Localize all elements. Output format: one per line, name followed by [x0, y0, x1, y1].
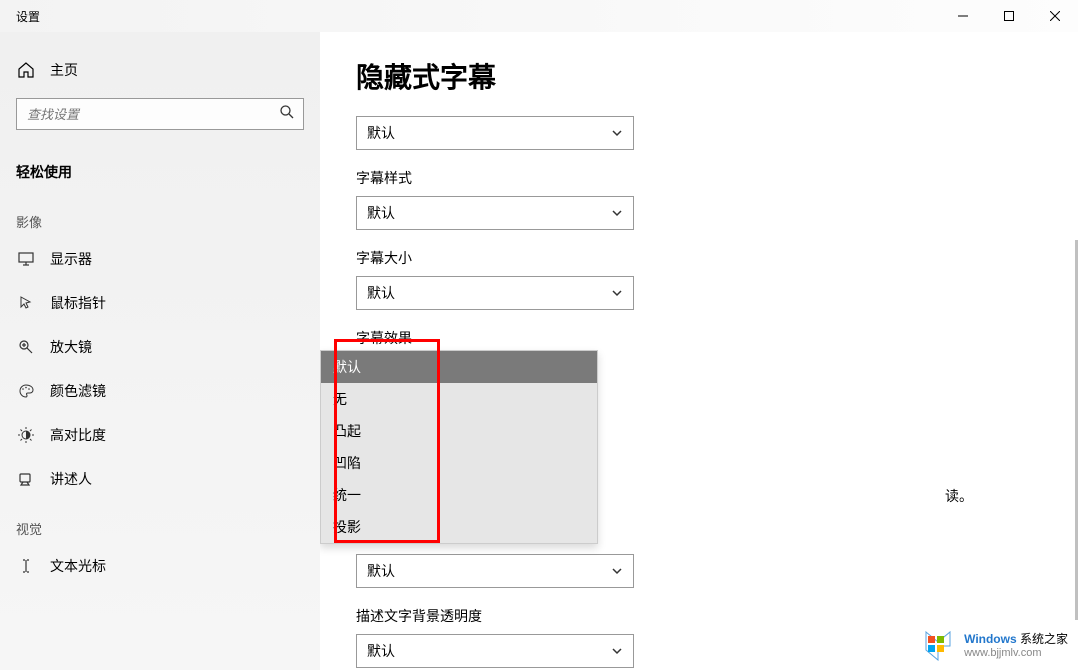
sidebar-item-label: 讲述人	[50, 469, 92, 489]
caption-bg-opacity-select[interactable]: 默认	[356, 634, 634, 668]
chevron-down-icon	[611, 565, 623, 577]
chevron-down-icon	[611, 645, 623, 657]
watermark-brand: Windows	[964, 632, 1017, 646]
home-label: 主页	[50, 60, 78, 80]
group-audio: 视觉	[0, 501, 320, 544]
label-effect: 字幕效果	[356, 328, 1042, 348]
home-link[interactable]: 主页	[0, 52, 320, 88]
home-icon	[16, 62, 36, 78]
windows-logo-icon	[920, 628, 956, 664]
dropdown-option[interactable]: 默认	[321, 351, 597, 383]
watermark-suffix: 系统之家	[1017, 632, 1068, 646]
select-value: 默认	[367, 641, 395, 661]
dropdown-option[interactable]: 凹陷	[321, 447, 597, 479]
sidebar-item-narrator[interactable]: 讲述人	[0, 457, 320, 501]
sidebar-item-display[interactable]: 显示器	[0, 237, 320, 281]
sidebar: 主页 轻松使用 影像 显示器 鼠标指针	[0, 32, 320, 670]
text-cursor-icon	[16, 558, 36, 574]
dropdown-option[interactable]: 投影	[321, 511, 597, 543]
section-title: 轻松使用	[0, 150, 320, 194]
label-size: 字幕大小	[356, 248, 1042, 268]
sidebar-item-color-filters[interactable]: 颜色滤镜	[0, 369, 320, 413]
chevron-down-icon	[611, 127, 623, 139]
palette-icon	[16, 383, 36, 399]
watermark-url: www.bjjmlv.com	[964, 647, 1068, 660]
label-style: 字幕样式	[356, 168, 1042, 188]
narrator-icon	[16, 471, 36, 487]
minimize-button[interactable]	[940, 0, 986, 32]
chevron-down-icon	[611, 207, 623, 219]
sidebar-item-label: 颜色滤镜	[50, 381, 106, 401]
select-value: 默认	[367, 283, 395, 303]
watermark: Windows 系统之家 www.bjjmlv.com	[920, 628, 1068, 664]
sidebar-item-label: 放大镜	[50, 337, 92, 357]
caption-style-select[interactable]: 默认	[356, 196, 634, 230]
chevron-down-icon	[611, 287, 623, 299]
main-content: 隐藏式字幕 默认 字幕样式 默认 字幕大小 默认 字幕效果 默认 无 凸起 凹陷…	[320, 32, 1078, 670]
dropdown-option[interactable]: 无	[321, 383, 597, 415]
monitor-icon	[16, 251, 36, 267]
sidebar-item-label: 鼠标指针	[50, 293, 106, 313]
caption-color-select[interactable]: 默认	[356, 116, 634, 150]
window-title: 设置	[0, 8, 40, 25]
caption-bg-select[interactable]: 默认	[356, 554, 634, 588]
contrast-icon	[16, 427, 36, 443]
group-vision: 影像	[0, 194, 320, 237]
select-value: 默认	[367, 123, 395, 143]
label-bg-opacity: 描述文字背景透明度	[356, 606, 1042, 626]
search-box[interactable]	[16, 98, 304, 130]
magnifier-icon	[16, 339, 36, 355]
select-value: 默认	[367, 561, 395, 581]
cursor-icon	[16, 295, 36, 311]
sidebar-item-text-cursor[interactable]: 文本光标	[0, 544, 320, 588]
sidebar-item-label: 高对比度	[50, 425, 106, 445]
search-input[interactable]	[27, 107, 279, 122]
page-heading: 隐藏式字幕	[356, 56, 1042, 96]
close-button[interactable]	[1032, 0, 1078, 32]
maximize-button[interactable]	[986, 0, 1032, 32]
sidebar-item-label: 文本光标	[50, 556, 106, 576]
dropdown-option[interactable]: 统一	[321, 479, 597, 511]
sidebar-item-high-contrast[interactable]: 高对比度	[0, 413, 320, 457]
caption-effect-dropdown[interactable]: 默认 无 凸起 凹陷 统一 投影	[320, 350, 598, 544]
sidebar-item-label: 显示器	[50, 249, 92, 269]
select-value: 默认	[367, 203, 395, 223]
search-icon	[279, 104, 295, 125]
hint-text-fragment: 读。	[945, 486, 973, 506]
sidebar-item-mouse-pointer[interactable]: 鼠标指针	[0, 281, 320, 325]
dropdown-option[interactable]: 凸起	[321, 415, 597, 447]
caption-size-select[interactable]: 默认	[356, 276, 634, 310]
sidebar-item-magnifier[interactable]: 放大镜	[0, 325, 320, 369]
